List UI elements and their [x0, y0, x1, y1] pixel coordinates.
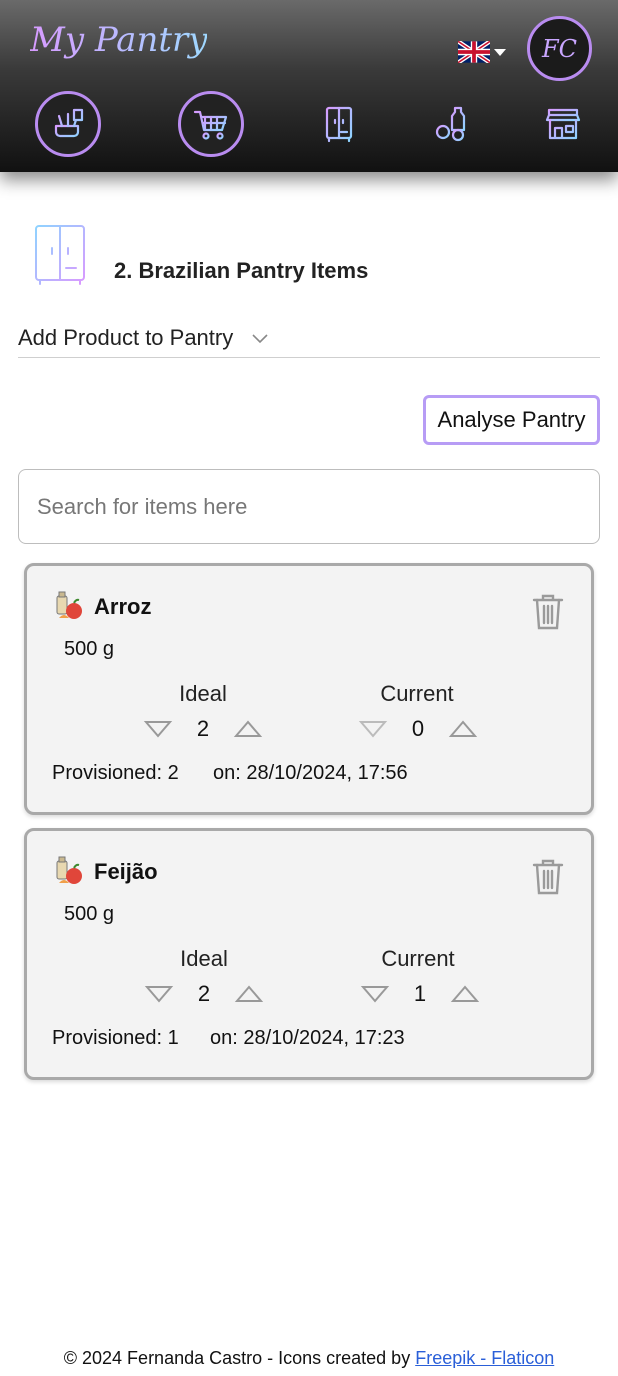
footer-credit: © 2024 Fernanda Castro - Icons created b…	[63, 1348, 416, 1368]
provisioned-count: Provisioned: 2	[52, 762, 179, 784]
shopping-cart-icon	[193, 110, 228, 140]
trash-icon[interactable]	[531, 857, 565, 897]
user-avatar[interactable]: FC	[527, 16, 592, 81]
freepik-link[interactable]: Freepik - Flaticon	[415, 1348, 554, 1368]
nav-groceries[interactable]	[418, 91, 484, 157]
decrease-icon[interactable]	[360, 983, 390, 1005]
item-size: 500 g	[64, 903, 115, 925]
ideal-value: 2	[196, 716, 210, 741]
pantry-cupboard-icon	[35, 225, 85, 285]
decrease-icon[interactable]	[144, 983, 174, 1005]
chevron-down-icon	[494, 48, 506, 56]
current-label: Current	[381, 946, 455, 971]
analyse-pantry-button[interactable]: Analyse Pantry	[423, 395, 600, 445]
ideal-stepper: 2	[143, 714, 263, 744]
chevron-down-icon	[252, 333, 268, 343]
current-value: 1	[413, 981, 427, 1006]
item-name: Arroz	[94, 594, 152, 619]
provisioned-date: on: 28/10/2024, 17:23	[210, 1027, 405, 1049]
kitchen-products-icon	[54, 108, 84, 138]
ideal-label: Ideal	[179, 681, 227, 706]
trash-icon[interactable]	[531, 592, 565, 632]
add-product-dropdown[interactable]: Add Product to Pantry	[18, 318, 600, 358]
app-header: My Pantry FC	[0, 0, 618, 172]
increase-icon[interactable]	[234, 983, 264, 1005]
uk-flag-icon	[458, 41, 490, 63]
nav-pantry[interactable]	[306, 91, 372, 157]
nav-store[interactable]	[530, 91, 596, 157]
groceries-icon	[56, 856, 82, 884]
groceries-icon	[435, 106, 466, 142]
current-stepper: 1	[360, 979, 480, 1009]
provisioned-count: Provisioned: 1	[52, 1027, 179, 1049]
nav-shopping-cart[interactable]	[178, 91, 244, 157]
app-title[interactable]: My Pantry	[30, 20, 207, 60]
ideal-label: Ideal	[180, 946, 228, 971]
item-name: Feijão	[94, 859, 158, 884]
item-size: 500 g	[64, 638, 115, 660]
current-label: Current	[380, 681, 454, 706]
add-product-label: Add Product to Pantry	[18, 324, 234, 350]
pantry-cupboard-icon	[325, 106, 353, 143]
increase-icon[interactable]	[233, 718, 263, 740]
ideal-stepper: 2	[144, 979, 264, 1009]
pantry-item-card: Feijão 500 g Ideal Current 2 1 Provision…	[24, 828, 594, 1080]
decrease-icon[interactable]	[143, 718, 173, 740]
current-stepper: 0	[358, 714, 478, 744]
page-title: 2. Brazilian Pantry Items	[114, 258, 369, 283]
groceries-icon	[56, 591, 82, 619]
store-icon	[545, 108, 581, 140]
ideal-value: 2	[197, 981, 211, 1006]
footer: © 2024 Fernanda Castro - Icons created b…	[0, 1348, 618, 1369]
language-selector[interactable]	[458, 40, 510, 64]
decrease-icon[interactable]	[358, 718, 388, 740]
nav-kitchen-products[interactable]	[35, 91, 101, 157]
search-input[interactable]	[18, 469, 600, 544]
increase-icon[interactable]	[448, 718, 478, 740]
pantry-item-card: Arroz 500 g Ideal Current 2 0 Provisione…	[24, 563, 594, 815]
provisioned-date: on: 28/10/2024, 17:56	[213, 762, 408, 784]
increase-icon[interactable]	[450, 983, 480, 1005]
current-value: 0	[411, 716, 425, 741]
